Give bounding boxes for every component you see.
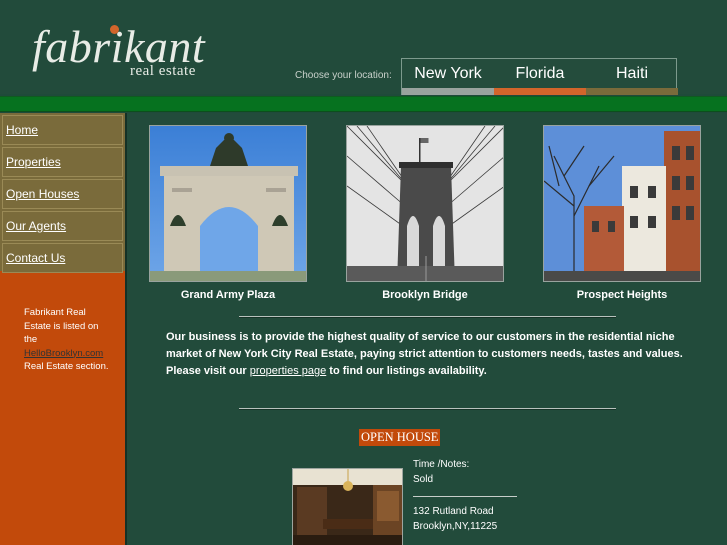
address-line1: 132 Rutland Road (413, 506, 494, 517)
grand-army-plaza-photo (149, 125, 307, 282)
nav-contact-us[interactable]: Contact Us (2, 243, 123, 273)
location-tab-bar (586, 88, 678, 95)
open-house-status: Sold (413, 473, 434, 485)
main-content: Grand Army Plaza Brooklyn Bridge Prospec… (125, 113, 727, 545)
choose-location-label: Choose your location: (295, 70, 392, 81)
location-tab-bar (494, 88, 586, 95)
location-tab-bar (402, 88, 494, 95)
note-suffix: Real Estate section. (24, 361, 109, 372)
gallery-card-grand-army-plaza: Grand Army Plaza (149, 125, 307, 301)
location-tab-new-york[interactable]: New York (402, 59, 494, 95)
sidebar-nav: Home Properties Open Houses Our Agents C… (0, 113, 125, 273)
divider-bottom (239, 408, 616, 410)
nav-open-houses[interactable]: Open Houses (2, 179, 123, 209)
location-tab-florida[interactable]: Florida (494, 59, 586, 95)
properties-page-link[interactable]: properties page (250, 365, 326, 377)
open-house-photo[interactable] (292, 468, 403, 545)
header-divider-band (0, 96, 727, 112)
logo-dot (110, 25, 119, 34)
sidebar-listing-note: Fabrikant Real Estate is listed on the H… (24, 306, 114, 374)
site-header: fabrikant real estate Choose your locati… (0, 0, 727, 95)
location-selector: New York Florida Haiti (401, 58, 678, 95)
details-divider (413, 496, 517, 497)
about-text: Our business is to provide the highest q… (166, 329, 706, 380)
gallery-card-prospect-heights: Prospect Heights (543, 125, 701, 301)
logo-subtitle: real estate (130, 63, 196, 79)
about-paragraph: Our business is to provide the highest q… (166, 331, 683, 360)
visit-prefix: Please visit our (166, 365, 247, 377)
open-house-details: Time /Notes: Sold 132 Rutland Road Brook… (413, 458, 517, 534)
nav-properties[interactable]: Properties (2, 147, 123, 177)
time-notes-label: Time /Notes: (413, 459, 470, 470)
sidebar: Home Properties Open Houses Our Agents C… (0, 113, 125, 545)
hellobrooklyn-link[interactable]: HelloBrooklyn.com (24, 348, 103, 359)
nav-home[interactable]: Home (2, 115, 123, 145)
prospect-heights-photo (543, 125, 701, 282)
location-tab-label: Haiti (615, 65, 648, 82)
divider-top (239, 316, 616, 318)
gallery-caption: Brooklyn Bridge (382, 289, 468, 301)
note-prefix: Fabrikant Real Estate is listed on the (24, 307, 99, 345)
location-tab-label: Florida (515, 65, 565, 82)
location-tab-label: New York (414, 65, 482, 82)
address-line2: Brooklyn,NY,11225 (413, 520, 498, 532)
gallery-caption: Grand Army Plaza (180, 289, 276, 301)
brooklyn-bridge-photo (346, 125, 504, 282)
location-tab-haiti[interactable]: Haiti (586, 59, 678, 95)
open-house-heading: OPEN HOUSE (359, 429, 441, 446)
nav-our-agents[interactable]: Our Agents (2, 211, 123, 241)
gallery-caption: Prospect Heights (576, 289, 668, 301)
gallery-card-brooklyn-bridge: Brooklyn Bridge (346, 125, 504, 301)
visit-suffix: to find our listings availability. (329, 365, 487, 377)
